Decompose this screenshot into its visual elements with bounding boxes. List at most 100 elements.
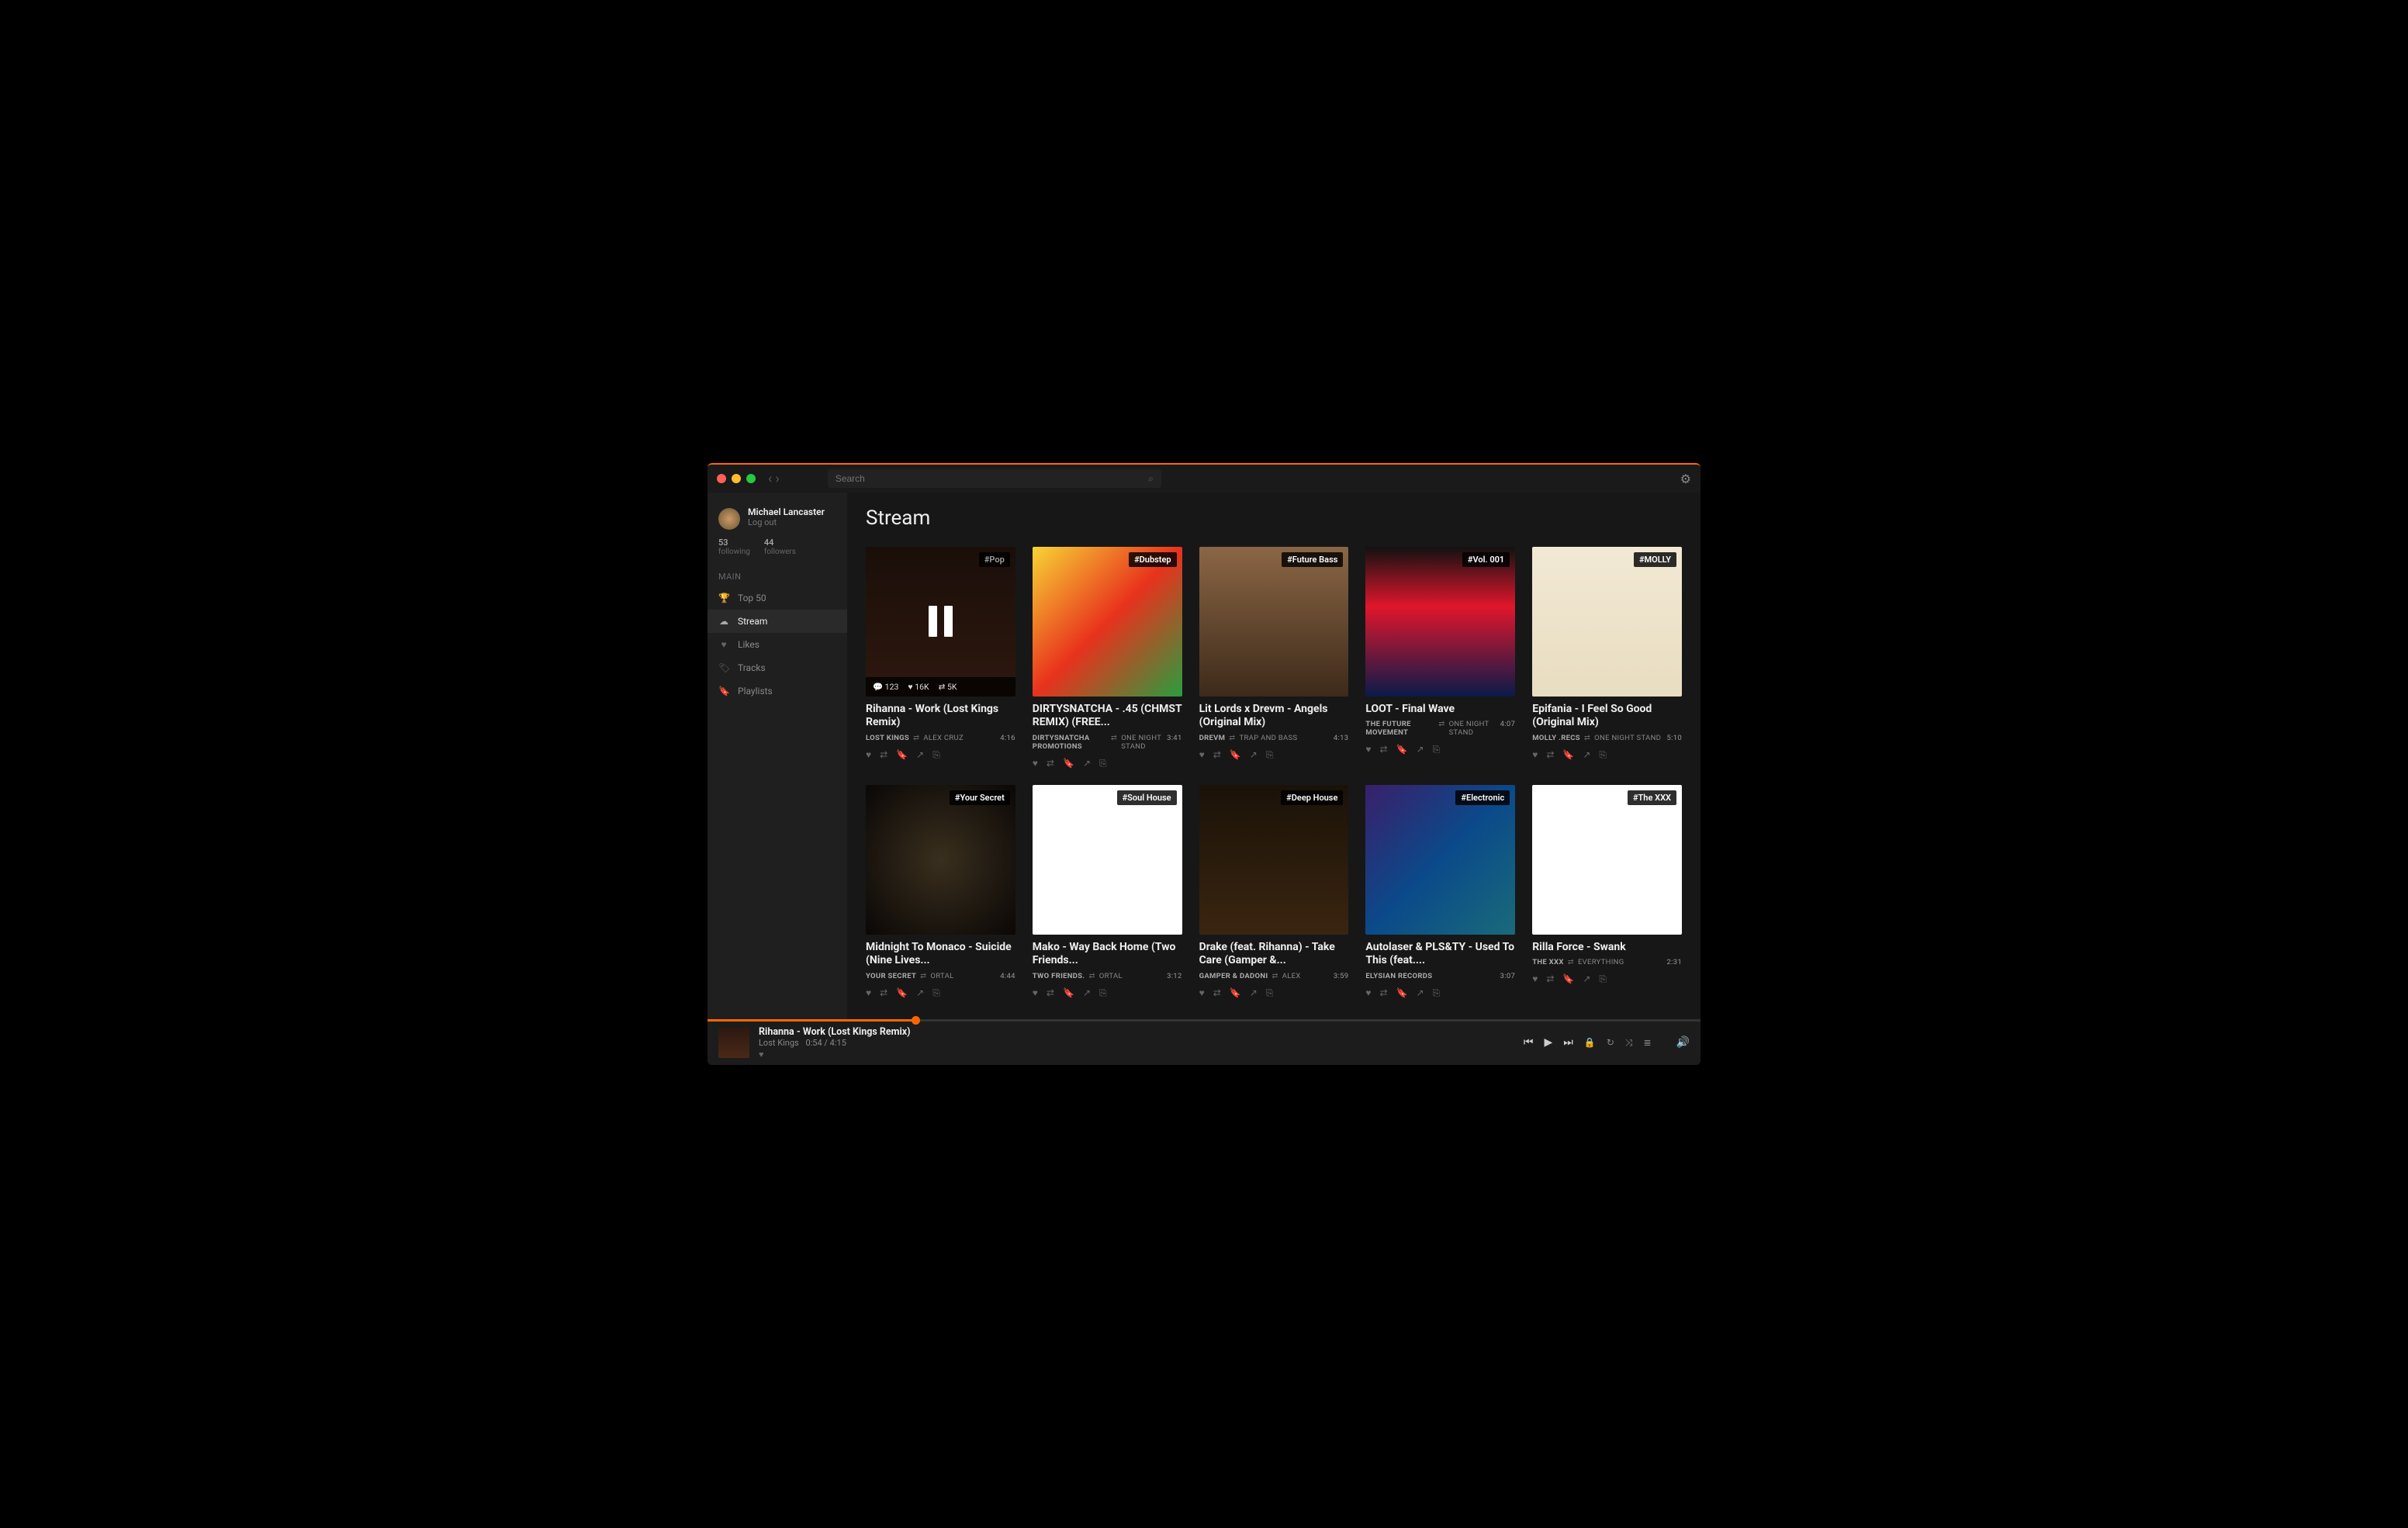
repost-button[interactable]: ⇄ <box>1380 987 1388 999</box>
player-like-button[interactable]: ♥ <box>759 1049 911 1060</box>
repeat-button[interactable]: ↻ <box>1607 1037 1614 1048</box>
track-title[interactable]: Drake (feat. Rihanna) - Take Care (Gampe… <box>1199 941 1349 968</box>
followers-stat[interactable]: 44followers <box>764 538 796 556</box>
track-title[interactable]: Rilla Force - Swank <box>1532 941 1682 955</box>
lock-icon[interactable]: 🔒 <box>1584 1037 1596 1048</box>
repost-button[interactable]: ⇄ <box>1047 987 1054 999</box>
minimize-window-button[interactable] <box>732 474 741 483</box>
track-artist[interactable]: LOST KINGS <box>866 734 909 742</box>
share-button[interactable]: ↗ <box>1583 973 1590 985</box>
share-button[interactable]: ↗ <box>1250 987 1258 999</box>
track-reposter[interactable]: ONE NIGHT STAND <box>1449 720 1500 737</box>
share-button[interactable]: ↗ <box>1250 749 1258 761</box>
track-title[interactable]: Autolaser & PLS&TY - Used To This (feat.… <box>1365 941 1515 968</box>
genre-tag[interactable]: #Deep House <box>1281 790 1343 805</box>
like-button[interactable]: ♥ <box>1199 749 1205 761</box>
track-artist[interactable]: DIRTYSNATCHA PROMOTIONS <box>1033 734 1107 751</box>
bookmark-button[interactable]: 🔖 <box>1396 987 1408 999</box>
share-button[interactable]: ↗ <box>1417 987 1424 999</box>
search-box[interactable]: ⌕ <box>828 469 1161 488</box>
album-art[interactable]: #MOLLY <box>1532 547 1682 697</box>
share-button[interactable]: ↗ <box>916 987 924 999</box>
track-title[interactable]: LOOT - Final Wave <box>1365 703 1515 717</box>
copy-button[interactable]: ⎘ <box>1099 987 1107 999</box>
track-reposter[interactable]: ONE NIGHT STAND <box>1121 734 1167 751</box>
track-reposter[interactable]: ORTAL <box>930 972 953 980</box>
search-icon[interactable]: ⌕ <box>1148 473 1154 485</box>
like-button[interactable]: ♥ <box>1365 987 1371 999</box>
like-button[interactable]: ♥ <box>1532 973 1538 985</box>
track-reposter[interactable]: ORTAL <box>1099 972 1123 980</box>
copy-button[interactable]: ⎘ <box>1099 758 1107 769</box>
play-button[interactable]: ▶ <box>1544 1036 1552 1049</box>
copy-button[interactable]: ⎘ <box>1433 744 1441 755</box>
following-stat[interactable]: 53following <box>718 538 750 556</box>
repost-button[interactable]: ⇄ <box>1213 987 1221 999</box>
progress-track[interactable] <box>708 1019 1700 1022</box>
search-input[interactable] <box>836 473 1148 484</box>
like-button[interactable]: ♥ <box>1365 744 1371 755</box>
like-button[interactable]: ♥ <box>1199 987 1205 999</box>
bookmark-button[interactable]: 🔖 <box>896 749 908 761</box>
album-art[interactable]: #Your Secret <box>866 785 1015 935</box>
share-button[interactable]: ↗ <box>1083 987 1091 999</box>
bookmark-button[interactable]: 🔖 <box>896 987 908 999</box>
track-title[interactable]: DIRTYSNATCHA - .45 (CHMST REMIX) (FREE..… <box>1033 703 1182 730</box>
track-reposter[interactable]: TRAP AND BASS <box>1240 734 1298 742</box>
copy-button[interactable]: ⎘ <box>1266 749 1274 761</box>
volume-button[interactable]: 🔊 <box>1676 1036 1690 1049</box>
genre-tag[interactable]: #Future Bass <box>1282 552 1343 567</box>
bookmark-button[interactable]: 🔖 <box>1063 758 1074 769</box>
track-artist[interactable]: TWO FRIENDS. <box>1033 972 1085 980</box>
genre-tag[interactable]: #Soul House <box>1117 790 1177 805</box>
logout-link[interactable]: Log out <box>748 517 825 527</box>
repost-button[interactable]: ⇄ <box>880 749 887 761</box>
genre-tag[interactable]: #MOLLY <box>1634 552 1676 567</box>
nav-forward-button[interactable]: › <box>775 471 779 487</box>
track-reposter[interactable]: EVERYTHING <box>1578 958 1624 966</box>
track-title[interactable]: Lit Lords x Drevm - Angels (Original Mix… <box>1199 703 1349 730</box>
track-artist[interactable]: YOUR SECRET <box>866 972 916 980</box>
track-title[interactable]: Epifania - I Feel So Good (Original Mix) <box>1532 703 1682 730</box>
album-art[interactable]: #The XXX <box>1532 785 1682 935</box>
like-button[interactable]: ♥ <box>866 749 871 761</box>
share-button[interactable]: ↗ <box>916 749 924 761</box>
share-button[interactable]: ↗ <box>1583 749 1590 761</box>
share-button[interactable]: ↗ <box>1083 758 1091 769</box>
track-reposter[interactable]: ALEX <box>1282 972 1301 980</box>
repost-button[interactable]: ⇄ <box>1546 749 1554 761</box>
settings-button[interactable]: ⚙ <box>1680 472 1691 486</box>
track-reposter[interactable]: ONE NIGHT STAND <box>1594 734 1661 742</box>
bookmark-button[interactable]: 🔖 <box>1562 749 1574 761</box>
copy-button[interactable]: ⎘ <box>1433 987 1441 999</box>
copy-button[interactable]: ⎘ <box>932 987 940 999</box>
bookmark-button[interactable]: 🔖 <box>1230 749 1241 761</box>
bookmark-button[interactable]: 🔖 <box>1230 987 1241 999</box>
playing-overlay[interactable] <box>866 547 1015 697</box>
like-button[interactable]: ♥ <box>866 987 871 999</box>
album-art[interactable]: #Vol. 001 <box>1365 547 1515 697</box>
genre-tag[interactable]: #The XXX <box>1628 790 1676 805</box>
repost-button[interactable]: ⇄ <box>1546 973 1554 985</box>
share-button[interactable]: ↗ <box>1417 744 1424 755</box>
repost-button[interactable]: ⇄ <box>1213 749 1221 761</box>
prev-button[interactable]: ⏮ <box>1524 1036 1534 1049</box>
genre-tag[interactable]: #Dubstep <box>1129 552 1177 567</box>
track-artist[interactable]: ELYSIAN RECORDS <box>1365 972 1432 980</box>
copy-button[interactable]: ⎘ <box>1599 973 1607 985</box>
track-title[interactable]: Mako - Way Back Home (Two Friends... <box>1033 941 1182 968</box>
avatar[interactable] <box>718 508 740 530</box>
sidebar-item-top-50[interactable]: 🏆Top 50 <box>708 586 847 610</box>
player-thumbnail[interactable] <box>718 1027 749 1058</box>
track-artist[interactable]: GAMPER & DADONI <box>1199 972 1268 980</box>
album-art[interactable]: #Soul House <box>1033 785 1182 935</box>
sidebar-item-likes[interactable]: ♥Likes <box>708 633 847 656</box>
maximize-window-button[interactable] <box>746 474 756 483</box>
copy-button[interactable]: ⎘ <box>1599 749 1607 761</box>
track-artist[interactable]: MOLLY .RECS <box>1532 734 1580 742</box>
copy-button[interactable]: ⎘ <box>1266 987 1274 999</box>
track-artist[interactable]: THE FUTURE MOVEMENT <box>1365 720 1434 737</box>
album-art[interactable]: #Deep House <box>1199 785 1349 935</box>
bookmark-button[interactable]: 🔖 <box>1562 973 1574 985</box>
shuffle-button[interactable]: ⤨ <box>1625 1037 1633 1049</box>
